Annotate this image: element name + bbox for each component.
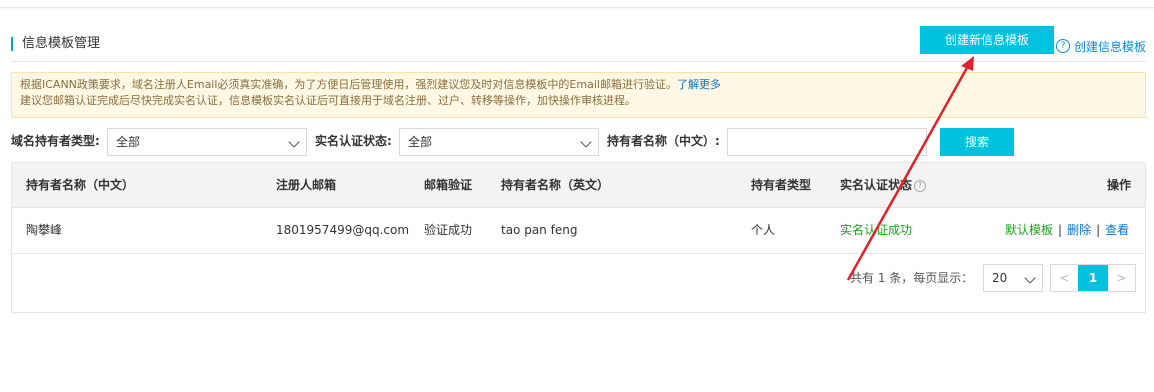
col-holder-type: 持有者类型 <box>751 178 812 192</box>
create-template-button[interactable]: 创建新信息模板 <box>920 26 1054 54</box>
notice-banner: 根据ICANN政策要求，域名注册人Email必须真实准确，为了方便日后管理使用，… <box>11 72 1146 118</box>
cell-name-en: tao pan feng <box>501 223 578 237</box>
col-name-cn: 持有者名称（中文） <box>26 178 135 192</box>
info-icon[interactable]: ? <box>914 179 927 192</box>
cell-email-verify: 验证成功 <box>424 223 473 237</box>
page-size-value: 20 <box>992 271 1008 285</box>
cell-real-name-status: 实名认证成功 <box>840 223 913 237</box>
pagination-summary: 共有 1 条，每页显示： <box>850 271 974 285</box>
template-table: 持有者名称（中文） 注册人邮箱 邮箱验证 持有者名称（英文） 持有者类型 实名认… <box>11 162 1146 313</box>
notice-line-1: 根据ICANN政策要求，域名注册人Email必须真实准确，为了方便日后管理使用，… <box>20 78 677 91</box>
search-button[interactable]: 搜索 <box>940 128 1014 156</box>
title-divider <box>11 61 1146 62</box>
verify-status-label: 实名认证状态: <box>315 134 392 148</box>
create-template-help-link[interactable]: ? 创建信息模板 <box>1056 38 1146 54</box>
default-template-link[interactable]: 默认模板 <box>1005 223 1053 237</box>
annotation-arrow-head <box>961 56 974 71</box>
cell-email: 1801957499@qq.com <box>276 223 410 237</box>
top-bar <box>0 0 1154 8</box>
holder-name-input[interactable] <box>727 128 927 156</box>
question-icon: ? <box>1056 39 1070 53</box>
col-email: 注册人邮箱 <box>276 178 337 192</box>
chevron-down-icon <box>1024 272 1036 284</box>
cell-actions: 默认模板 | 删除 | 查看 <box>1005 223 1130 237</box>
pagination: < 1 > <box>1050 264 1136 292</box>
holder-type-select[interactable]: 全部 <box>107 128 307 156</box>
current-page[interactable]: 1 <box>1078 265 1108 291</box>
help-link-label: 创建信息模板 <box>1074 39 1147 54</box>
next-page-button[interactable]: > <box>1108 265 1135 291</box>
view-link[interactable]: 查看 <box>1105 223 1129 237</box>
cell-name-cn: 陶攀峰 <box>26 223 63 237</box>
verify-status-select[interactable]: 全部 <box>399 128 599 156</box>
col-email-verify: 邮箱验证 <box>424 178 473 192</box>
notice-line-2: 建议您邮箱认证完成后尽快完成实名认证，信息模板实名认证后可直接用于域名注册、过户… <box>20 94 636 107</box>
page-title: 信息模板管理 <box>11 37 100 51</box>
holder-type-label: 域名持有者类型: <box>11 134 100 148</box>
page-size-select[interactable]: 20 <box>983 264 1043 292</box>
cell-holder-type: 个人 <box>751 223 776 237</box>
learn-more-link[interactable]: 了解更多 <box>677 78 721 91</box>
chevron-down-icon <box>288 136 300 148</box>
col-real-name-status: 实名认证状态? <box>840 178 927 192</box>
delete-link[interactable]: 删除 <box>1067 223 1091 237</box>
holder-type-value: 全部 <box>116 135 141 149</box>
verify-status-value: 全部 <box>408 135 433 149</box>
table-row: 陶攀峰 1801957499@qq.com 验证成功 tao pan feng … <box>12 208 1145 254</box>
chevron-down-icon <box>580 136 592 148</box>
col-name-en: 持有者名称（英文） <box>501 178 610 192</box>
prev-page-button[interactable]: < <box>1051 265 1078 291</box>
holder-name-label: 持有者名称（中文）: <box>607 134 720 148</box>
table-header: 持有者名称（中文） 注册人邮箱 邮箱验证 持有者名称（英文） 持有者类型 实名认… <box>12 163 1145 208</box>
col-actions: 操作 <box>1107 178 1132 192</box>
